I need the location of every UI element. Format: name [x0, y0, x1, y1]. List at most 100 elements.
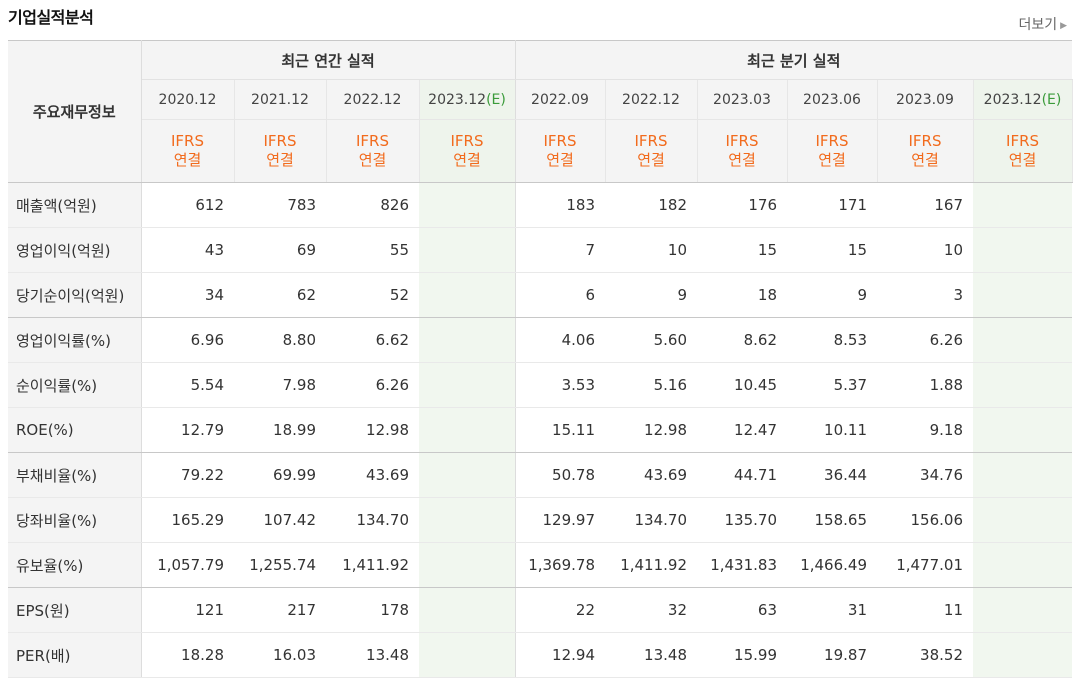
- quarter-value-cell: 5.16: [605, 362, 697, 408]
- annual-value-cell: 34: [141, 272, 234, 318]
- quarter-value-cell: 13.48: [605, 632, 697, 678]
- quarter-value-cell: 129.97: [515, 497, 605, 543]
- table-row: ROE(%) 12.79 18.99 12.98 15.11 12.98 12.47 10.1…: [8, 407, 1073, 453]
- annual-group-header: 최근 연간 실적: [141, 40, 516, 80]
- accounting-standard-label: IFRS 연결: [605, 119, 698, 183]
- quarter-period-header: 2023.09: [877, 79, 974, 120]
- table-row: 영업이익(억원) 43 69 55 7 10 15 15 10: [8, 227, 1073, 273]
- quarter-value-cell: 1,477.01: [877, 542, 973, 588]
- annual-value-cell: 1,255.74: [234, 542, 326, 588]
- table-row: 영업이익률(%) 6.96 8.80 6.62 4.06 5.60 8.62 8.53 6.26: [8, 317, 1073, 363]
- annual-value-cell: 6.96: [141, 317, 234, 363]
- quarter-value-cell: [973, 317, 1073, 363]
- annual-value-cell: [419, 407, 516, 453]
- quarter-value-cell: 44.71: [697, 452, 787, 498]
- consolidated-label: 연결: [173, 151, 202, 169]
- annual-value-cell: 69: [234, 227, 326, 273]
- row-label: 당좌비율(%): [8, 497, 142, 543]
- more-link[interactable]: 더보기 ▶: [1018, 14, 1067, 34]
- row-label: 당기순이익(억원): [8, 272, 142, 318]
- period-label: 2023.03: [713, 91, 771, 108]
- consolidated-label: 연결: [911, 151, 939, 169]
- quarter-value-cell: 15: [697, 227, 787, 273]
- annual-period-header: 2020.12: [141, 79, 235, 120]
- quarter-value-cell: 38.52: [877, 632, 973, 678]
- annual-value-cell: [419, 362, 516, 408]
- consolidated-label: 연결: [1008, 151, 1037, 169]
- quarter-value-cell: [973, 362, 1073, 408]
- row-label: ROE(%): [8, 407, 142, 453]
- table-header: 주요재무정보 최근 연간 실적 최근 분기 실적 2020.12 2021.12 2022…: [8, 40, 1073, 183]
- quarter-value-cell: [973, 497, 1073, 543]
- quarter-value-cell: 12.98: [605, 407, 697, 453]
- accounting-standard-label: IFRS 연결: [787, 119, 878, 183]
- annual-value-cell: 16.03: [234, 632, 326, 678]
- table-row: PER(배) 18.28 16.03 13.48 12.94 13.48 15.99 19.8…: [8, 632, 1073, 678]
- quarter-value-cell: 134.70: [605, 497, 697, 543]
- estimate-mark: (E): [1041, 91, 1062, 108]
- quarter-value-cell: [973, 227, 1073, 273]
- quarter-value-cell: 158.65: [787, 497, 877, 543]
- quarter-value-cell: 10: [605, 227, 697, 273]
- quarter-value-cell: 7: [515, 227, 605, 273]
- consolidated-label: 연결: [266, 151, 294, 169]
- annual-value-cell: 7.98: [234, 362, 326, 408]
- ifrs-label: IFRS: [1006, 132, 1040, 150]
- row-label: 부채비율(%): [8, 452, 142, 498]
- quarter-value-cell: 5.60: [605, 317, 697, 363]
- quarter-value-cell: 1.88: [877, 362, 973, 408]
- annual-value-cell: 43.69: [326, 452, 419, 498]
- period-label: 2023.12: [983, 91, 1042, 108]
- annual-value-cell: 55: [326, 227, 419, 273]
- period-label: 2022.12: [622, 91, 680, 108]
- accounting-standard-label: IFRS 연결: [326, 119, 420, 183]
- accounting-standard-label: IFRS 연결: [419, 119, 516, 183]
- more-label: 더보기: [1018, 17, 1058, 33]
- table-row: EPS(원) 121 217 178 22 32 63 31 11: [8, 587, 1073, 633]
- annual-value-cell: 107.42: [234, 497, 326, 543]
- row-label: PER(배): [8, 632, 142, 678]
- accounting-standard-label: IFRS 연결: [973, 119, 1073, 183]
- ifrs-label: IFRS: [908, 132, 942, 150]
- accounting-standard-label: IFRS 연결: [877, 119, 974, 183]
- annual-value-cell: 6.26: [326, 362, 419, 408]
- consolidated-label: 연결: [728, 151, 756, 169]
- quarter-value-cell: 15.11: [515, 407, 605, 453]
- quarter-value-cell: 19.87: [787, 632, 877, 678]
- quarter-value-cell: [973, 452, 1073, 498]
- annual-value-cell: 1,057.79: [141, 542, 234, 588]
- ifrs-label: IFRS: [815, 132, 849, 150]
- quarter-value-cell: 176: [697, 182, 787, 228]
- quarter-period-header: 2023.06: [787, 79, 878, 120]
- consolidated-label: 연결: [818, 151, 846, 169]
- accounting-standard-label: IFRS 연결: [515, 119, 606, 183]
- period-label: 2023.12: [428, 91, 487, 108]
- estimate-mark: (E): [486, 91, 506, 108]
- quarter-value-cell: 12.94: [515, 632, 605, 678]
- annual-period-header: 2022.12: [326, 79, 420, 120]
- quarter-value-cell: 9: [787, 272, 877, 318]
- quarter-value-cell: 6: [515, 272, 605, 318]
- quarter-value-cell: 18: [697, 272, 787, 318]
- quarter-value-cell: 135.70: [697, 497, 787, 543]
- annual-value-cell: 69.99: [234, 452, 326, 498]
- quarter-period-header: 2022.09: [515, 79, 606, 120]
- quarter-value-cell: 3.53: [515, 362, 605, 408]
- section-title: 기업실적분석: [8, 8, 94, 27]
- quarter-value-cell: 8.53: [787, 317, 877, 363]
- quarter-value-cell: 22: [515, 587, 605, 633]
- ifrs-label: IFRS: [450, 132, 484, 150]
- quarter-value-cell: [973, 587, 1073, 633]
- quarter-value-cell: 9.18: [877, 407, 973, 453]
- quarter-value-cell: 11: [877, 587, 973, 633]
- consolidated-label: 연결: [358, 151, 387, 169]
- row-label: 영업이익률(%): [8, 317, 142, 363]
- quarter-value-cell: 156.06: [877, 497, 973, 543]
- row-label: 매출액(억원): [8, 182, 142, 228]
- quarter-value-cell: 15: [787, 227, 877, 273]
- table-row: 유보율(%) 1,057.79 1,255.74 1,411.92 1,369.78 1,…: [8, 542, 1073, 588]
- quarter-value-cell: 1,431.83: [697, 542, 787, 588]
- period-label: 2021.12: [251, 91, 309, 108]
- ifrs-label: IFRS: [634, 132, 668, 150]
- row-label: 순이익률(%): [8, 362, 142, 408]
